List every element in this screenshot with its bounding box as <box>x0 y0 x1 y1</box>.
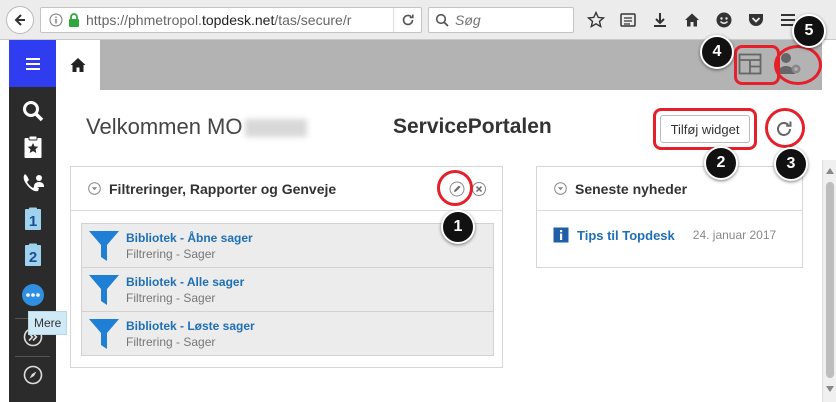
callout-ring-add-widget <box>653 108 757 150</box>
callout-ring-edit <box>437 170 473 206</box>
redacted-username <box>244 119 307 138</box>
welcome-message: Velkommen MO <box>86 114 307 140</box>
info-icon <box>553 227 569 243</box>
sidebar-tasks-button[interactable] <box>9 130 56 164</box>
ticket-1-icon: 1 <box>24 207 41 230</box>
search-icon <box>435 13 449 27</box>
filters-widget-title: Filtreringer, Rapporter og Genveje <box>109 180 337 197</box>
callout-ring-settings <box>774 45 822 85</box>
browser-search-input[interactable] <box>455 12 565 28</box>
pocket-icon[interactable] <box>744 8 768 32</box>
info-icon[interactable] <box>49 13 63 27</box>
hamburger-icon <box>25 57 40 70</box>
tab-home[interactable] <box>56 40 100 90</box>
news-widget-title: Seneste nyheder <box>575 180 688 197</box>
smiley-icon[interactable] <box>712 8 736 32</box>
more-tooltip: Mere <box>28 311 68 335</box>
bookmark-star-icon[interactable] <box>584 8 608 32</box>
sidebar-search-button[interactable] <box>9 94 56 128</box>
filter-list: Bibliotek - Åbne sager Filtrering - Sage… <box>81 223 494 356</box>
filter-item[interactable]: Bibliotek - Alle sager Filtrering - Sage… <box>81 267 494 312</box>
callout-badge-2: 2 <box>704 146 738 180</box>
home-icon[interactable] <box>680 8 704 32</box>
filter-item-title[interactable]: Bibliotek - Åbne sager <box>126 231 253 245</box>
scroll-thumb[interactable] <box>826 182 834 378</box>
browser-toolbar: https://phmetropol.topdesk.net/tas/secur… <box>0 0 836 40</box>
sidebar-ticket-2-button[interactable]: 2 <box>9 238 56 272</box>
page-title: ServicePortalen <box>393 115 552 138</box>
callout-badge-4: 4 <box>700 35 734 69</box>
callout-badge-5: 5 <box>792 14 826 48</box>
ticket-2-icon: 2 <box>24 243 41 266</box>
filter-item-subtitle: Filtrering - Sager <box>126 335 216 349</box>
lock-icon <box>69 13 79 27</box>
sidebar-ticket-1-button[interactable]: 1 <box>9 202 56 236</box>
download-icon[interactable] <box>648 8 672 32</box>
phone-person-icon <box>23 174 44 192</box>
arrow-left-icon <box>14 14 25 26</box>
compass-icon <box>23 365 42 385</box>
clipboard-star-icon <box>24 135 41 158</box>
filter-item-subtitle: Filtrering - Sager <box>126 291 216 305</box>
news-widget-header: Seneste nyheder <box>537 167 802 211</box>
reading-list-icon[interactable] <box>616 8 640 32</box>
scroll-down-icon[interactable] <box>826 386 834 392</box>
main-menu-button[interactable] <box>9 40 56 87</box>
scroll-up-icon[interactable] <box>826 168 834 174</box>
url-text[interactable]: https://phmetropol.topdesk.net/tas/secur… <box>86 12 393 28</box>
sidebar-divider <box>15 356 50 357</box>
more-icon <box>21 284 44 306</box>
sidebar-calls-button[interactable] <box>9 166 56 200</box>
funnel-icon <box>89 231 119 261</box>
news-widget: Seneste nyheder Tips til Topdesk 24. jan… <box>536 166 803 268</box>
funnel-icon <box>89 275 119 305</box>
callout-ring-refresh <box>765 108 805 148</box>
news-item-title[interactable]: Tips til Topdesk <box>577 228 675 243</box>
filter-item-title[interactable]: Bibliotek - Alle sager <box>126 275 244 289</box>
close-icon[interactable] <box>471 181 487 197</box>
search-icon <box>22 101 43 122</box>
collapse-chevron-icon[interactable] <box>554 182 567 195</box>
filter-item-subtitle: Filtrering - Sager <box>126 247 216 261</box>
reload-icon <box>402 14 414 26</box>
address-bar[interactable]: https://phmetropol.topdesk.net/tas/secur… <box>40 7 422 33</box>
sidebar-explore-button[interactable] <box>9 358 56 392</box>
svg-text:2: 2 <box>28 249 36 266</box>
callout-badge-1: 1 <box>441 210 475 244</box>
browser-search-box[interactable] <box>428 7 574 33</box>
funnel-icon <box>89 319 119 349</box>
news-item-date: 24. januar 2017 <box>692 228 777 242</box>
reload-button[interactable] <box>393 8 421 32</box>
svg-text:1: 1 <box>28 213 36 230</box>
filter-item[interactable]: Bibliotek - Åbne sager Filtrering - Sage… <box>81 223 494 268</box>
page-scrollbar[interactable] <box>822 160 836 402</box>
news-item[interactable]: Tips til Topdesk 24. januar 2017 <box>553 227 776 243</box>
back-button[interactable] <box>6 6 34 34</box>
filter-item[interactable]: Bibliotek - Løste sager Filtrering - Sag… <box>81 311 494 356</box>
sidebar-more-button[interactable] <box>9 278 56 312</box>
filter-item-title[interactable]: Bibliotek - Løste sager <box>126 319 255 333</box>
home-icon <box>70 58 86 72</box>
app-sidebar: 1 2 <box>9 40 56 402</box>
callout-badge-3: 3 <box>774 147 808 181</box>
collapse-chevron-icon[interactable] <box>88 182 101 195</box>
